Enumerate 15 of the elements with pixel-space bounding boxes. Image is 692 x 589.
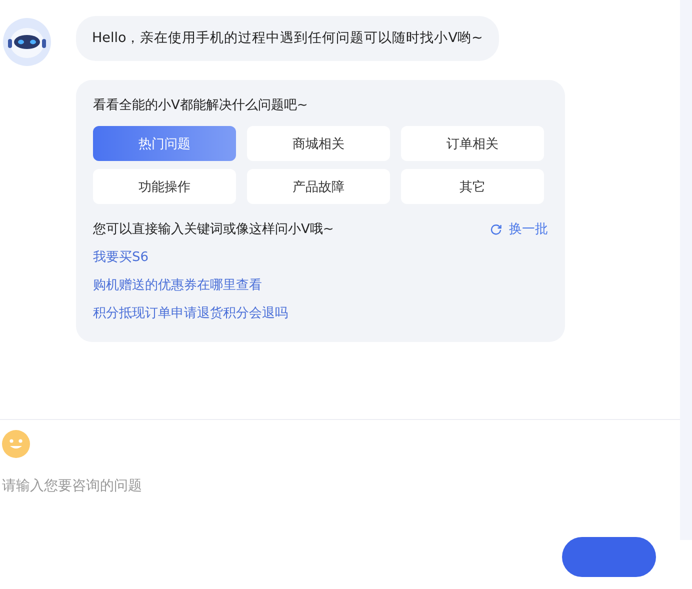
category-tab[interactable]: 其它	[401, 169, 544, 204]
refresh-button[interactable]: 换一批	[490, 220, 548, 238]
refresh-icon	[490, 223, 502, 235]
question-link[interactable]: 积分抵现订单申请退货积分会退吗	[93, 305, 288, 322]
category-tab[interactable]: 商城相关	[247, 126, 390, 161]
category-tab[interactable]: 产品故障	[247, 169, 390, 204]
category-tab[interactable]: 订单相关	[401, 126, 544, 161]
greeting-message: Hello，亲在使用手机的过程中遇到任何问题可以随时找小V哟~	[76, 16, 499, 61]
card-title: 看看全能的小V都能解决什么问题吧~	[93, 97, 309, 114]
send-button[interactable]	[562, 537, 656, 577]
hint-text: 您可以直接输入关键词或像这样问小V哦~	[93, 221, 334, 238]
question-link[interactable]: 我要买S6	[93, 249, 149, 266]
category-tab[interactable]: 功能操作	[93, 169, 236, 204]
question-link[interactable]: 购机赠送的优惠券在哪里查看	[93, 277, 262, 294]
robot-avatar-icon	[3, 18, 51, 66]
